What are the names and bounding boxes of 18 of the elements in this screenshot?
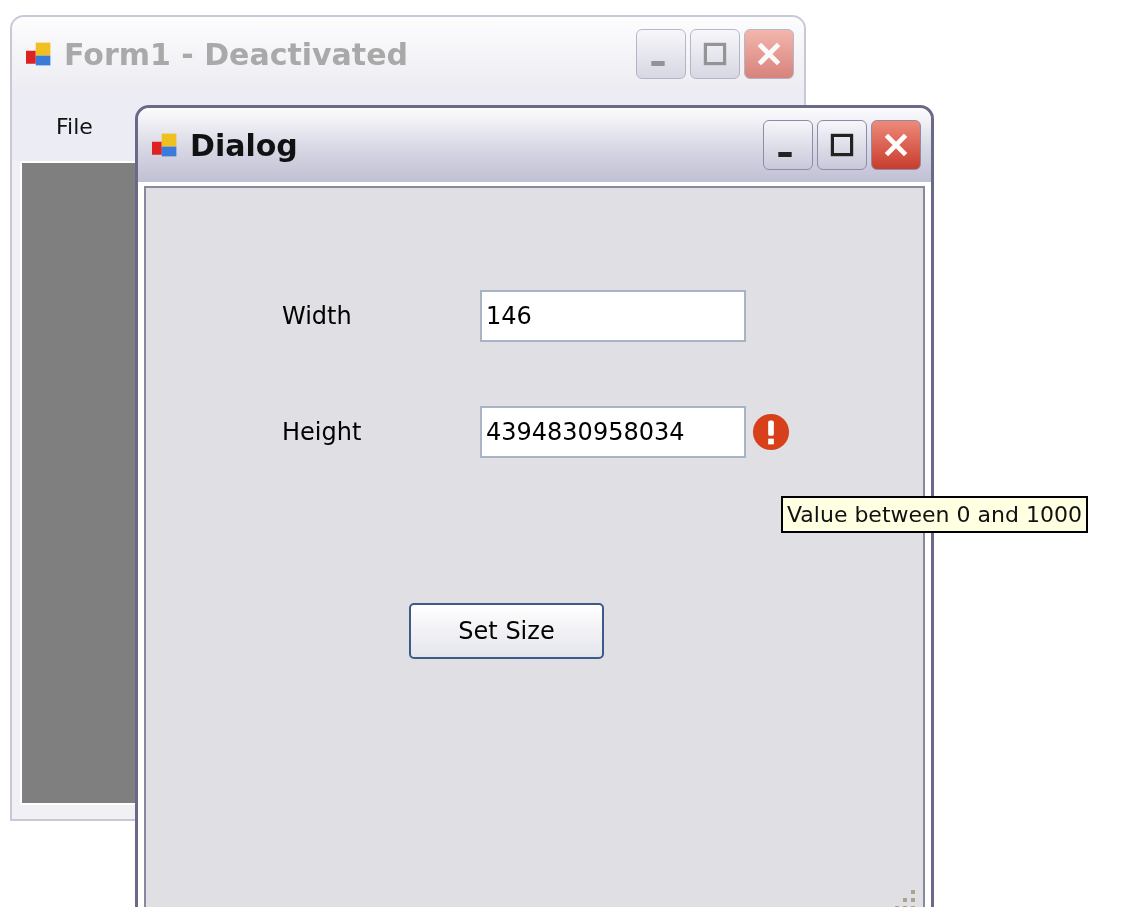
close-button[interactable] — [744, 29, 794, 79]
menu-item[interactable]: File — [56, 113, 93, 139]
window-title: Dialog — [190, 127, 299, 163]
close-button[interactable] — [871, 120, 921, 170]
app-icon — [152, 132, 178, 158]
window-title: Form1 - Deactivated — [64, 36, 410, 72]
input-field[interactable]: 146 — [480, 290, 746, 342]
input-field[interactable]: 4394830958034 — [480, 406, 746, 458]
tooltip: Value between 0 and 1000 — [781, 496, 1088, 533]
minimize-icon — [651, 61, 665, 66]
set-size-button[interactable]: Set Size — [409, 603, 604, 659]
minimize-icon — [778, 152, 792, 157]
field-label: Width — [282, 302, 353, 330]
resize-grip-icon — [893, 888, 917, 907]
maximize-button[interactable] — [817, 120, 867, 170]
minimize-button[interactable] — [763, 120, 813, 170]
app-icon — [26, 41, 52, 67]
field-label: Height — [282, 418, 363, 446]
